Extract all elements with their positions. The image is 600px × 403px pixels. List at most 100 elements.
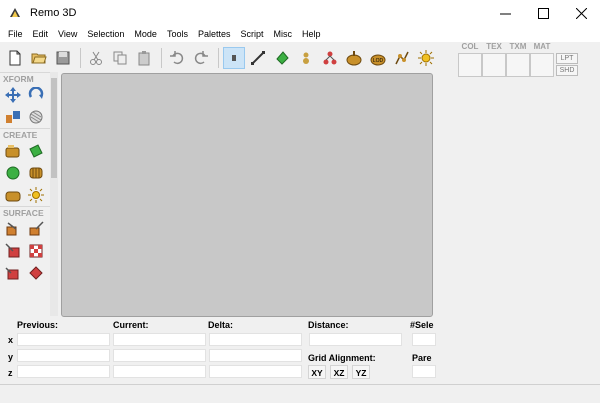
delta-z-field[interactable] (209, 365, 302, 378)
select-light-button[interactable] (416, 47, 437, 69)
lod-icon (5, 191, 21, 202)
delta-y-field[interactable] (209, 349, 302, 362)
move-icon (5, 87, 21, 103)
current-x-field[interactable] (113, 333, 206, 346)
current-y-field[interactable] (113, 349, 206, 362)
previous-x-field[interactable] (17, 333, 110, 346)
menu-edit[interactable]: Edit (28, 29, 54, 39)
create-lod-button[interactable] (3, 185, 23, 205)
z-label: z (8, 368, 13, 378)
x-label: x (8, 335, 14, 345)
grid-xy-button[interactable]: XY (308, 365, 326, 379)
grid-yz-button[interactable]: YZ (352, 365, 370, 379)
grid-alignment-label: Grid Alignment: (308, 353, 376, 363)
redo-button[interactable] (190, 47, 211, 69)
new-file-button[interactable] (4, 47, 25, 69)
select-lod-icon: LOD (370, 54, 386, 66)
select-face-button[interactable] (272, 47, 293, 69)
select-face-icon (276, 51, 289, 65)
previous-y-field[interactable] (17, 349, 110, 362)
surface-mapping-button[interactable] (3, 263, 23, 283)
selection-count-label: #Sele (410, 320, 434, 330)
open-button[interactable] (28, 47, 49, 69)
palette-scrollbar[interactable] (50, 72, 58, 316)
select-group-button[interactable] (320, 47, 341, 69)
create-box-button[interactable] (3, 141, 23, 161)
select-dof-button[interactable] (392, 47, 413, 69)
copy-icon (113, 51, 127, 65)
paint-bucket-icon (6, 222, 17, 236)
save-button[interactable] (52, 47, 73, 69)
menu-script[interactable]: Script (235, 29, 268, 39)
paste-button[interactable] (133, 47, 154, 69)
select-lod-button[interactable]: LOD (368, 47, 389, 69)
new-file-icon (9, 50, 21, 66)
toolbar-separator (161, 48, 163, 68)
current-z-field[interactable] (113, 365, 206, 378)
select-edge-icon (251, 51, 266, 65)
menu-view[interactable]: View (53, 29, 82, 39)
window-title: Remo 3D (30, 7, 77, 19)
select-node-icon (346, 51, 362, 66)
delta-x-field[interactable] (209, 333, 302, 346)
create-face-button[interactable] (26, 141, 46, 161)
select-object-button[interactable] (296, 47, 317, 69)
undo-button[interactable] (166, 47, 187, 69)
menu-mode[interactable]: Mode (129, 29, 162, 39)
current-label: Current: (113, 320, 149, 330)
create-cylinder-button[interactable] (26, 163, 46, 183)
distance-field[interactable] (309, 333, 402, 346)
material-side-buttons: LPT SHD (556, 53, 578, 77)
texture-swatch[interactable] (482, 53, 506, 77)
selection-count-field[interactable] (412, 333, 436, 346)
distance-label: Distance: (308, 320, 349, 330)
window-controls (486, 0, 600, 26)
create-light-button[interactable] (26, 185, 46, 205)
create-sphere-button[interactable] (3, 163, 23, 183)
3d-viewport[interactable] (61, 73, 433, 317)
copy-button[interactable] (109, 47, 130, 69)
material-panel: COL TEX TXM MAT LPT SHD (458, 42, 582, 78)
open-folder-icon (31, 53, 47, 64)
move-tool-button[interactable] (3, 85, 23, 105)
menu-help[interactable]: Help (297, 29, 326, 39)
color-swatch[interactable] (458, 53, 482, 77)
paste-icon (138, 51, 150, 66)
parent-field[interactable] (412, 365, 436, 378)
menu-palettes[interactable]: Palettes (193, 29, 236, 39)
maximize-button[interactable] (524, 0, 562, 26)
select-node-button[interactable] (344, 47, 365, 69)
texture-tool-button[interactable] (26, 107, 46, 127)
surface-uv-button[interactable] (26, 263, 46, 283)
lpt-button[interactable]: LPT (556, 53, 578, 64)
close-button[interactable] (562, 0, 600, 26)
svg-text:LOD: LOD (373, 58, 384, 64)
scale-tool-button[interactable] (3, 107, 23, 127)
material-swatch[interactable] (530, 53, 554, 77)
surface-brush-button[interactable] (26, 219, 46, 239)
surface-checker-button[interactable] (26, 241, 46, 261)
minimize-button[interactable] (486, 0, 524, 26)
surface-material-button[interactable] (3, 241, 23, 261)
shd-button[interactable]: SHD (556, 65, 578, 76)
surface-paint-button[interactable] (3, 219, 23, 239)
scrollbar-thumb[interactable] (51, 78, 57, 178)
rotate-tool-button[interactable] (26, 85, 46, 105)
material-icon (5, 243, 20, 258)
grid-xz-button[interactable]: XZ (330, 365, 348, 379)
delta-label: Delta: (208, 320, 234, 330)
select-vertex-button[interactable] (223, 47, 245, 69)
cut-button[interactable] (85, 47, 106, 69)
menu-tools[interactable]: Tools (162, 29, 193, 39)
checker-texture-icon (29, 244, 43, 258)
menu-selection[interactable]: Selection (82, 29, 129, 39)
y-label: y (8, 352, 14, 362)
title-bar: Remo 3D (0, 0, 600, 26)
select-edge-button[interactable] (248, 47, 269, 69)
previous-z-field[interactable] (17, 365, 110, 378)
texture-mapping-swatch[interactable] (506, 53, 530, 77)
menu-file[interactable]: File (3, 29, 28, 39)
menu-misc[interactable]: Misc (269, 29, 298, 39)
tex-header: TEX (486, 42, 502, 51)
minimize-icon (499, 13, 511, 14)
